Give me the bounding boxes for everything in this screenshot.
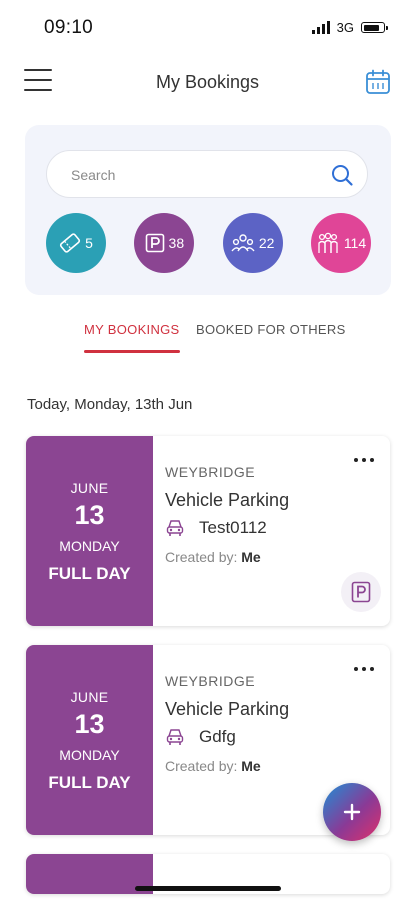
- vehicle-name: Test0112: [199, 518, 267, 537]
- booking-type: Vehicle Parking: [165, 490, 290, 510]
- booking-vehicle: Gdfg: [165, 727, 236, 747]
- booking-date-panel: JUNE 13 MONDAY FULL DAY: [26, 645, 153, 835]
- status-time: 09:10: [44, 17, 94, 38]
- booking-created-by: Created by: Me: [165, 549, 261, 565]
- home-indicator[interactable]: [135, 886, 281, 891]
- car-icon: [166, 520, 184, 536]
- booking-duration: FULL DAY: [48, 773, 131, 792]
- filter-panel: 5 38 22: [25, 125, 391, 295]
- booking-details: WEYBRIDGE Vehicle Parking Test0112 Creat…: [153, 436, 390, 626]
- app-header: My Bookings: [0, 55, 415, 111]
- tab-my-bookings[interactable]: MY BOOKINGS: [84, 322, 180, 353]
- created-label: Created by:: [165, 758, 238, 774]
- filter-count: 22: [258, 235, 275, 251]
- booking-day: 13: [74, 709, 105, 739]
- status-indicators: 3G: [311, 20, 388, 35]
- filter-parking[interactable]: 38: [134, 213, 195, 273]
- booking-weekday: MONDAY: [59, 747, 120, 763]
- booking-month: JUNE: [70, 689, 109, 705]
- booking-type: Vehicle Parking: [165, 699, 290, 719]
- signal-icon: [311, 21, 330, 34]
- ticket-icon: [60, 233, 81, 253]
- parking-icon: [351, 581, 371, 603]
- people-icon: [231, 234, 255, 252]
- created-by-value: Me: [241, 758, 261, 774]
- parking-icon: [145, 233, 164, 253]
- group-icon: [318, 232, 338, 253]
- booking-tabs: MY BOOKINGS BOOKED FOR OTHERS: [0, 322, 415, 356]
- filter-people[interactable]: 22: [222, 213, 283, 273]
- date-heading: Today, Monday, 13th Jun: [27, 396, 193, 413]
- search-input[interactable]: [69, 151, 323, 199]
- filter-count: 114: [343, 235, 367, 251]
- booking-date-panel: [26, 854, 153, 894]
- booking-location: WEYBRIDGE: [165, 464, 256, 480]
- car-icon: [166, 729, 184, 745]
- search-icon[interactable]: [330, 163, 354, 187]
- battery-icon: [361, 22, 388, 33]
- status-bar: 09:10 3G: [0, 0, 415, 50]
- booking-month: JUNE: [70, 480, 109, 496]
- booking-location: WEYBRIDGE: [165, 673, 256, 689]
- filter-circles: 5 38 22 114: [46, 213, 371, 273]
- filter-count: 38: [168, 235, 185, 251]
- created-label: Created by:: [165, 549, 238, 565]
- vehicle-name: Gdfg: [199, 727, 236, 746]
- booking-vehicle: Test0112: [165, 518, 267, 538]
- booking-weekday: MONDAY: [59, 538, 120, 554]
- add-booking-button[interactable]: [323, 783, 381, 841]
- more-options-icon[interactable]: [354, 661, 380, 677]
- filter-groups[interactable]: 114: [310, 213, 371, 273]
- booking-day: 13: [74, 500, 105, 530]
- page-title: My Bookings: [155, 72, 260, 92]
- plus-icon: [343, 803, 361, 821]
- more-options-icon[interactable]: [354, 452, 380, 468]
- search-box: [46, 150, 368, 199]
- created-by-value: Me: [241, 549, 261, 565]
- filter-count: 5: [85, 235, 93, 251]
- booking-created-by: Created by: Me: [165, 758, 261, 774]
- filter-tickets[interactable]: 5: [46, 213, 106, 273]
- tab-booked-for-others[interactable]: BOOKED FOR OTHERS: [196, 322, 346, 337]
- booking-duration: FULL DAY: [48, 564, 131, 583]
- network-type: 3G: [336, 20, 354, 35]
- booking-date-panel: JUNE 13 MONDAY FULL DAY: [26, 436, 153, 626]
- parking-badge: [341, 572, 381, 612]
- calendar-icon[interactable]: [365, 69, 391, 95]
- booking-card[interactable]: JUNE 13 MONDAY FULL DAY WEYBRIDGE Vehicl…: [26, 436, 390, 626]
